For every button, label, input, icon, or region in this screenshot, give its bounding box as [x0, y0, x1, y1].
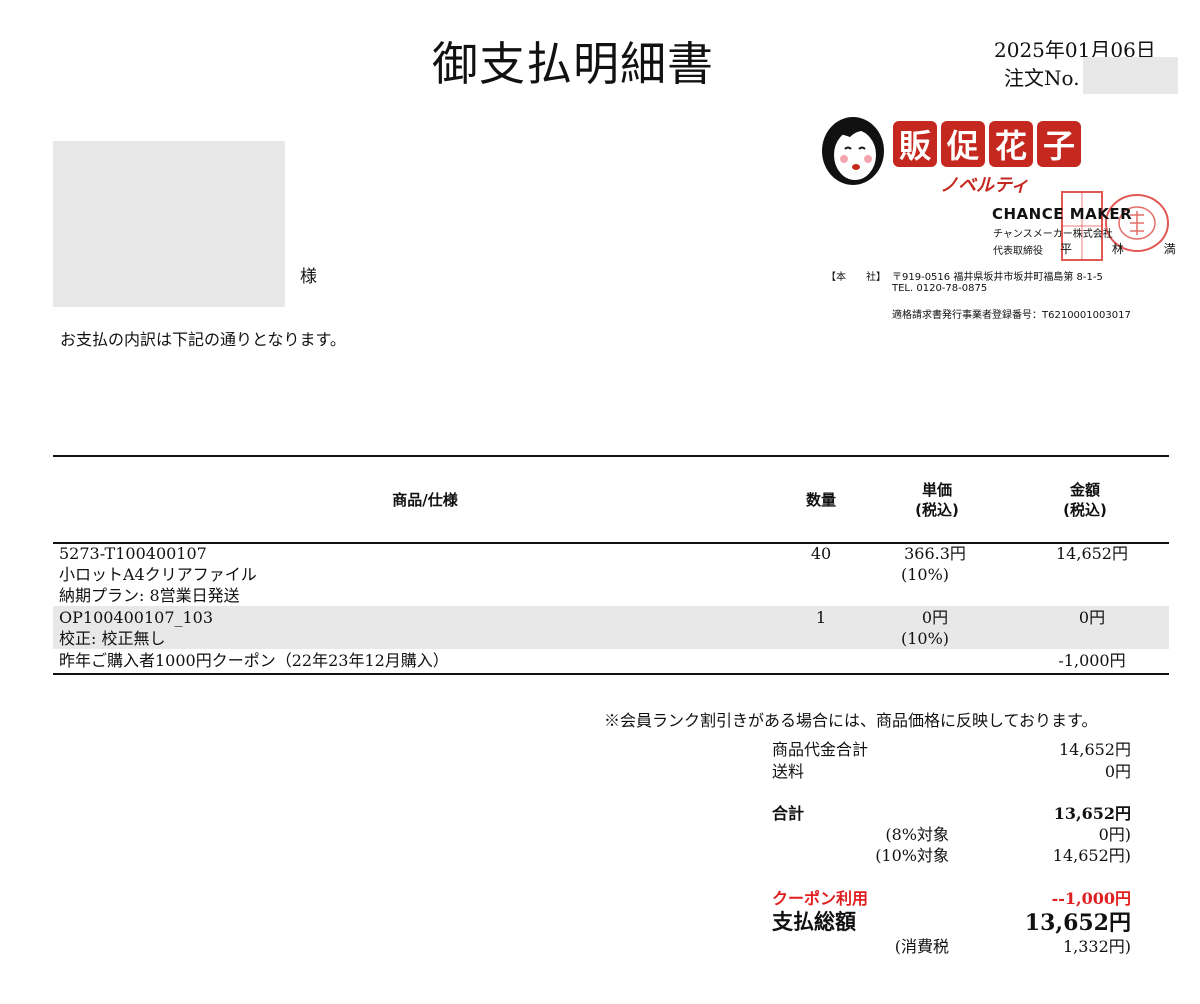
intro-text: お支払の内訳は下記の通りとなります。 — [60, 330, 346, 349]
customer-honorific: 様 — [300, 267, 317, 287]
order-number-label: 注文No. — [1004, 66, 1080, 90]
col-header-qty: 数量 — [805, 491, 836, 509]
brand-logo-char: 促 — [941, 121, 985, 167]
member-discount-note: ※会員ランク割引きがある場合には、商品価格に反映しております。 — [604, 711, 1098, 730]
grand-total-label: 支払総額 — [772, 910, 856, 934]
mascot-logo-icon — [822, 117, 884, 185]
document-title: 御支払明細書 — [432, 37, 714, 91]
company-address: 〒919-0516 福井県坂井市坂井町福島第 8-1-5 — [892, 272, 1103, 283]
consumption-tax-label: (消費税 — [894, 937, 949, 956]
col-header-amount: 金額 (税込) — [1042, 480, 1128, 520]
product-name: 小ロットA4クリアファイル — [59, 565, 257, 584]
brand-logo-char: 販 — [893, 121, 937, 167]
table-row: OP100400107_103 校正: 校正無し — [59, 607, 213, 649]
tax10-value: 14,652円) — [1052, 846, 1131, 865]
row-amount: 0円 — [1078, 608, 1106, 627]
table-bottom-rule — [53, 673, 1169, 675]
shipping-label: 送料 — [772, 762, 805, 781]
shipping-value: 0円 — [1104, 762, 1131, 781]
address-label: 【本 社】 — [826, 272, 886, 283]
order-number-redacted — [1083, 57, 1178, 94]
company-name-jp: チャンスメーカー株式会社 — [993, 229, 1113, 240]
row-qty: 40 — [810, 544, 832, 563]
subtotal-value: 14,652円 — [1059, 740, 1131, 759]
brand-subtitle: ノベルティ — [940, 175, 1029, 196]
row-qty: 1 — [815, 608, 827, 627]
row-amount: -1,000円 — [1058, 651, 1126, 670]
registration-number: 適格請求書発行事業者登録番号：T6210001003017 — [892, 310, 1131, 321]
brand-logo: 販 促 花 子 — [893, 121, 1081, 167]
brand-logo-char: 子 — [1037, 121, 1081, 167]
row-amount: 14,652円 — [1056, 544, 1128, 563]
company-name-en: CHANCE MAKER — [992, 205, 1133, 223]
company-tel: TEL. 0120-78-0875 — [892, 283, 988, 294]
col-header-unit-price-line2: (税込) — [915, 501, 959, 519]
consumption-tax-value: 1,332円) — [1062, 937, 1131, 956]
row-tax-rate: (10%) — [900, 565, 950, 584]
row-tax-rate: (10%) — [900, 629, 950, 648]
col-header-unit-price: 単価 (税込) — [894, 480, 980, 520]
coupon-row-label: 昨年ご購入者1000円クーポン（22年23年12月購入） — [59, 651, 449, 670]
col-header-unit-price-line1: 単価 — [921, 481, 952, 499]
col-header-amount-line1: 金額 — [1069, 481, 1100, 499]
product-spec: 納期プラン: 8営業日発送 — [59, 586, 240, 605]
row-unit-price: 366.3円 — [904, 544, 966, 563]
representative-title: 代表取締役 — [993, 246, 1043, 257]
tax10-label: (10%対象 — [875, 846, 949, 865]
option-spec: 校正: 校正無し — [59, 629, 166, 648]
total-label: 合計 — [772, 804, 805, 823]
subtotal-label: 商品代金合計 — [772, 740, 869, 759]
customer-name-redacted — [53, 141, 285, 307]
col-header-product: 商品/仕様 — [392, 491, 458, 509]
brand-logo-char: 花 — [989, 121, 1033, 167]
representative-name: 平 林 満 — [1060, 242, 1194, 256]
row-shading — [53, 606, 1169, 649]
table-top-rule — [53, 455, 1169, 457]
col-header-amount-line2: (税込) — [1063, 501, 1107, 519]
option-code: OP100400107_103 — [59, 608, 214, 627]
row-unit-price: 0円 — [921, 608, 949, 627]
product-code: 5273-T100400107 — [59, 544, 207, 563]
table-row: 5273-T100400107 小ロットA4クリアファイル 納期プラン: 8営業… — [59, 543, 257, 606]
